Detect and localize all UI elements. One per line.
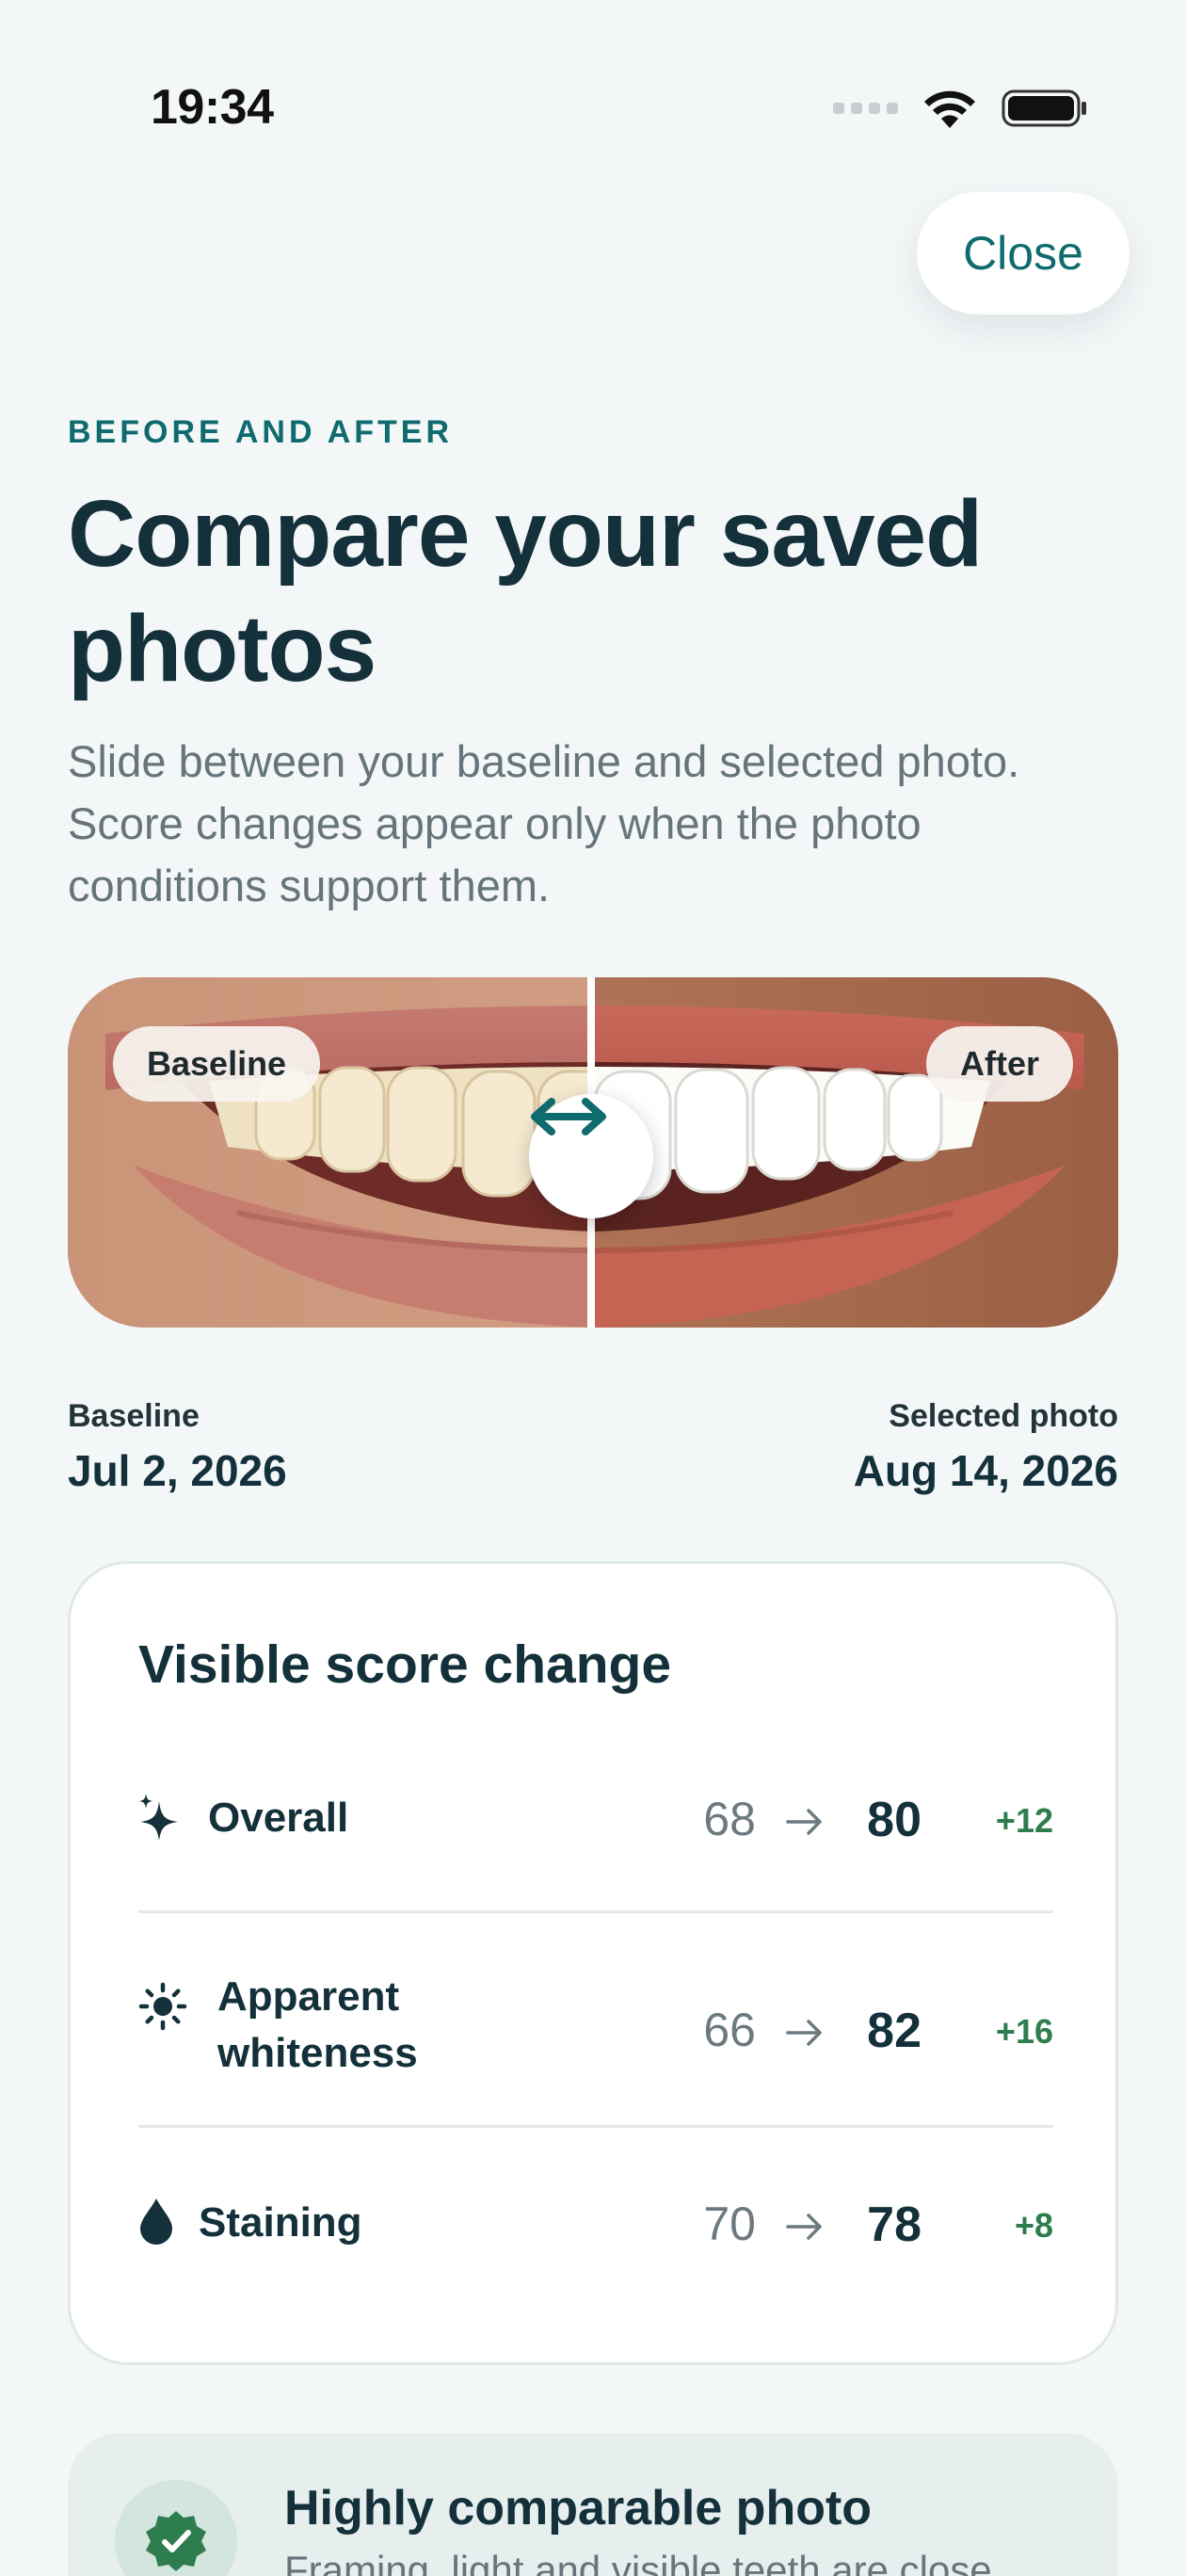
left-right-arrows-icon: [531, 1098, 606, 1135]
baseline-label: Baseline: [68, 1398, 200, 1434]
row-divider: [138, 1910, 1053, 1913]
score-label-line1: Apparent: [217, 1973, 400, 2020]
selected-photo-label: Selected photo: [889, 1398, 1118, 1434]
score-before: 66: [703, 2004, 756, 2056]
score-label: Overall: [208, 1795, 349, 1841]
selected-photo-date: Aug 14, 2026: [853, 1446, 1118, 1495]
score-card-title: Visible score change: [138, 1634, 672, 1695]
score-row-staining: Staining 70 78 +8: [138, 2176, 1053, 2270]
baseline-tag: Baseline: [113, 1026, 321, 1102]
page-title: Compare your saved photos: [68, 481, 983, 701]
page-subtitle: Slide between your baseline and selected…: [68, 736, 1020, 910]
selected-date-block: Selected photo Aug 14, 2026: [854, 1397, 1118, 1501]
score-after: 82: [867, 2004, 922, 2058]
score-label-line2: whiteness: [217, 2030, 418, 2076]
sparkle-icon: [139, 1794, 178, 1841]
score-delta-badge: +12: [995, 1801, 1053, 1840]
drop-icon: [140, 2198, 172, 2245]
before-after-comparison[interactable]: Baseline After: [68, 977, 1118, 1328]
score-delta-badge: +8: [1014, 2206, 1053, 2245]
comparable-text: Framing, light and visible teeth are clo…: [284, 2548, 992, 2576]
slider-handle[interactable]: [529, 1094, 653, 1218]
battery-icon: [1002, 89, 1086, 127]
wifi-icon: [924, 90, 975, 128]
score-change-card: Visible score change Overall 68 80 +12 A…: [68, 1561, 1118, 2365]
score-after: 80: [867, 1793, 922, 1847]
verified-badge: [115, 2480, 237, 2576]
arrow-right-icon: [786, 2020, 822, 2046]
comparable-title: Highly comparable photo: [284, 2481, 873, 2536]
arrow-right-icon: [786, 1809, 822, 1835]
score-delta-badge: +16: [995, 2012, 1053, 2051]
score-label: Staining: [199, 2199, 362, 2246]
baseline-date-block: Baseline Jul 2, 2026: [68, 1397, 287, 1501]
score-row-overall: Overall 68 80 +12: [138, 1771, 1053, 1865]
sun-icon: [138, 1982, 187, 2031]
compare-photos-screen: 19:34 Close BEFORE AND AFTER Compare you…: [0, 0, 1186, 2576]
score-label: Apparent whiteness: [217, 1969, 418, 2082]
verified-check-icon: [146, 2511, 206, 2571]
status-time: 19:34: [151, 80, 274, 135]
close-button[interactable]: Close: [917, 192, 1130, 314]
score-after: 78: [867, 2198, 922, 2252]
cellular-signal-icon: [833, 103, 898, 114]
eyebrow-label: BEFORE AND AFTER: [68, 414, 454, 450]
after-tag: After: [925, 1026, 1073, 1102]
score-before: 68: [703, 1793, 756, 1845]
arrow-right-icon: [786, 2214, 822, 2240]
comparable-photo-banner: Highly comparable photo Framing, light a…: [68, 2433, 1118, 2576]
row-divider: [138, 2125, 1053, 2128]
status-icons: [833, 87, 1088, 130]
score-row-apparent-whiteness: Apparent whiteness 66 82 +16: [138, 1961, 1053, 2102]
score-before: 70: [703, 2198, 756, 2250]
baseline-date: Jul 2, 2026: [68, 1446, 287, 1495]
